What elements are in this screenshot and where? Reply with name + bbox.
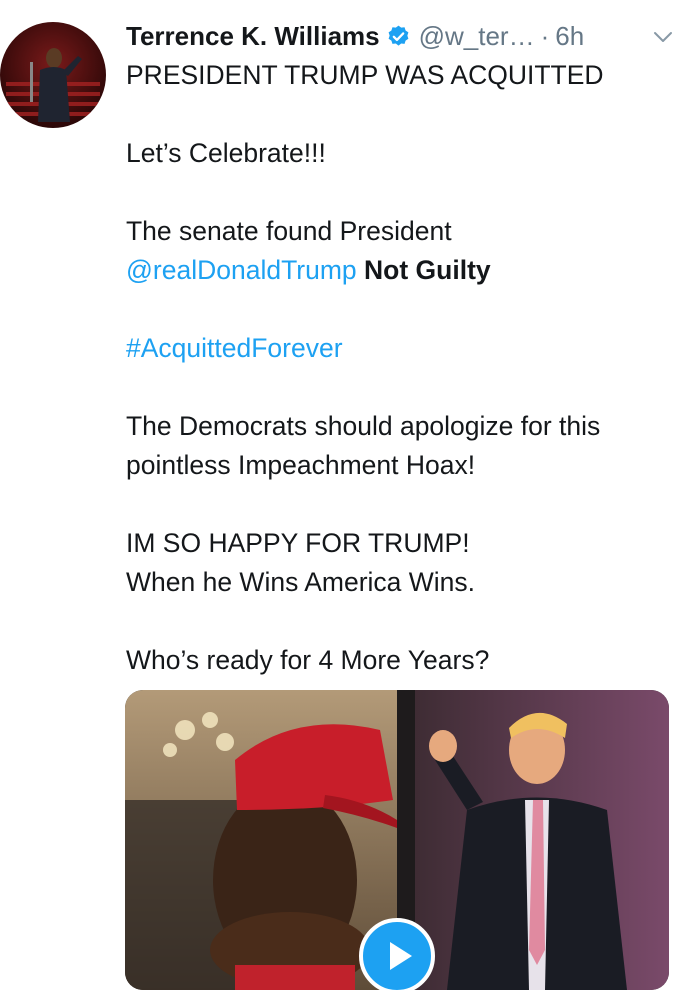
tweet-line: @realDonaldTrump Not Guilty (126, 251, 674, 290)
tweet-text: PRESIDENT TRUMP WAS ACQUITTED Let’s Cele… (126, 56, 674, 680)
tweet-line: Who’s ready for 4 More Years? (126, 645, 490, 675)
mention-link[interactable]: @realDonaldTrump (126, 255, 357, 285)
video-frame-right (397, 690, 669, 990)
hashtag-link[interactable]: #AcquittedForever (126, 333, 343, 363)
bold-text: Not Guilty (364, 255, 491, 285)
tweet-line: When he Wins America Wins. (126, 567, 476, 597)
tweet-line: #AcquittedForever (126, 329, 674, 368)
tweet-line: PRESIDENT TRUMP WAS ACQUITTED (126, 60, 604, 90)
tweet-line: IM SO HAPPY FOR TRUMP! (126, 528, 470, 558)
tweet[interactable]: Terrence K. Williams @w_ter… · 6h PRESID… (0, 0, 692, 990)
tweet-line: The Democrats should apologize for this (126, 411, 601, 441)
handle[interactable]: @w_ter… (419, 21, 535, 52)
chevron-down-icon[interactable] (652, 26, 674, 48)
tweet-header: Terrence K. Williams @w_ter… · 6h (126, 16, 674, 56)
video-frame-left (125, 690, 397, 990)
tweet-line: The senate found President (126, 216, 452, 246)
separator: · (540, 20, 550, 51)
tweet-line: pointless Impeachment Hoax! (126, 450, 476, 480)
verified-badge-icon (386, 24, 411, 49)
media-video[interactable] (125, 690, 669, 990)
display-name[interactable]: Terrence K. Williams (126, 21, 380, 52)
timestamp[interactable]: 6h (555, 21, 584, 52)
avatar[interactable] (0, 22, 106, 128)
tweet-line: Let’s Celebrate!!! (126, 138, 326, 168)
play-icon[interactable] (359, 918, 435, 990)
